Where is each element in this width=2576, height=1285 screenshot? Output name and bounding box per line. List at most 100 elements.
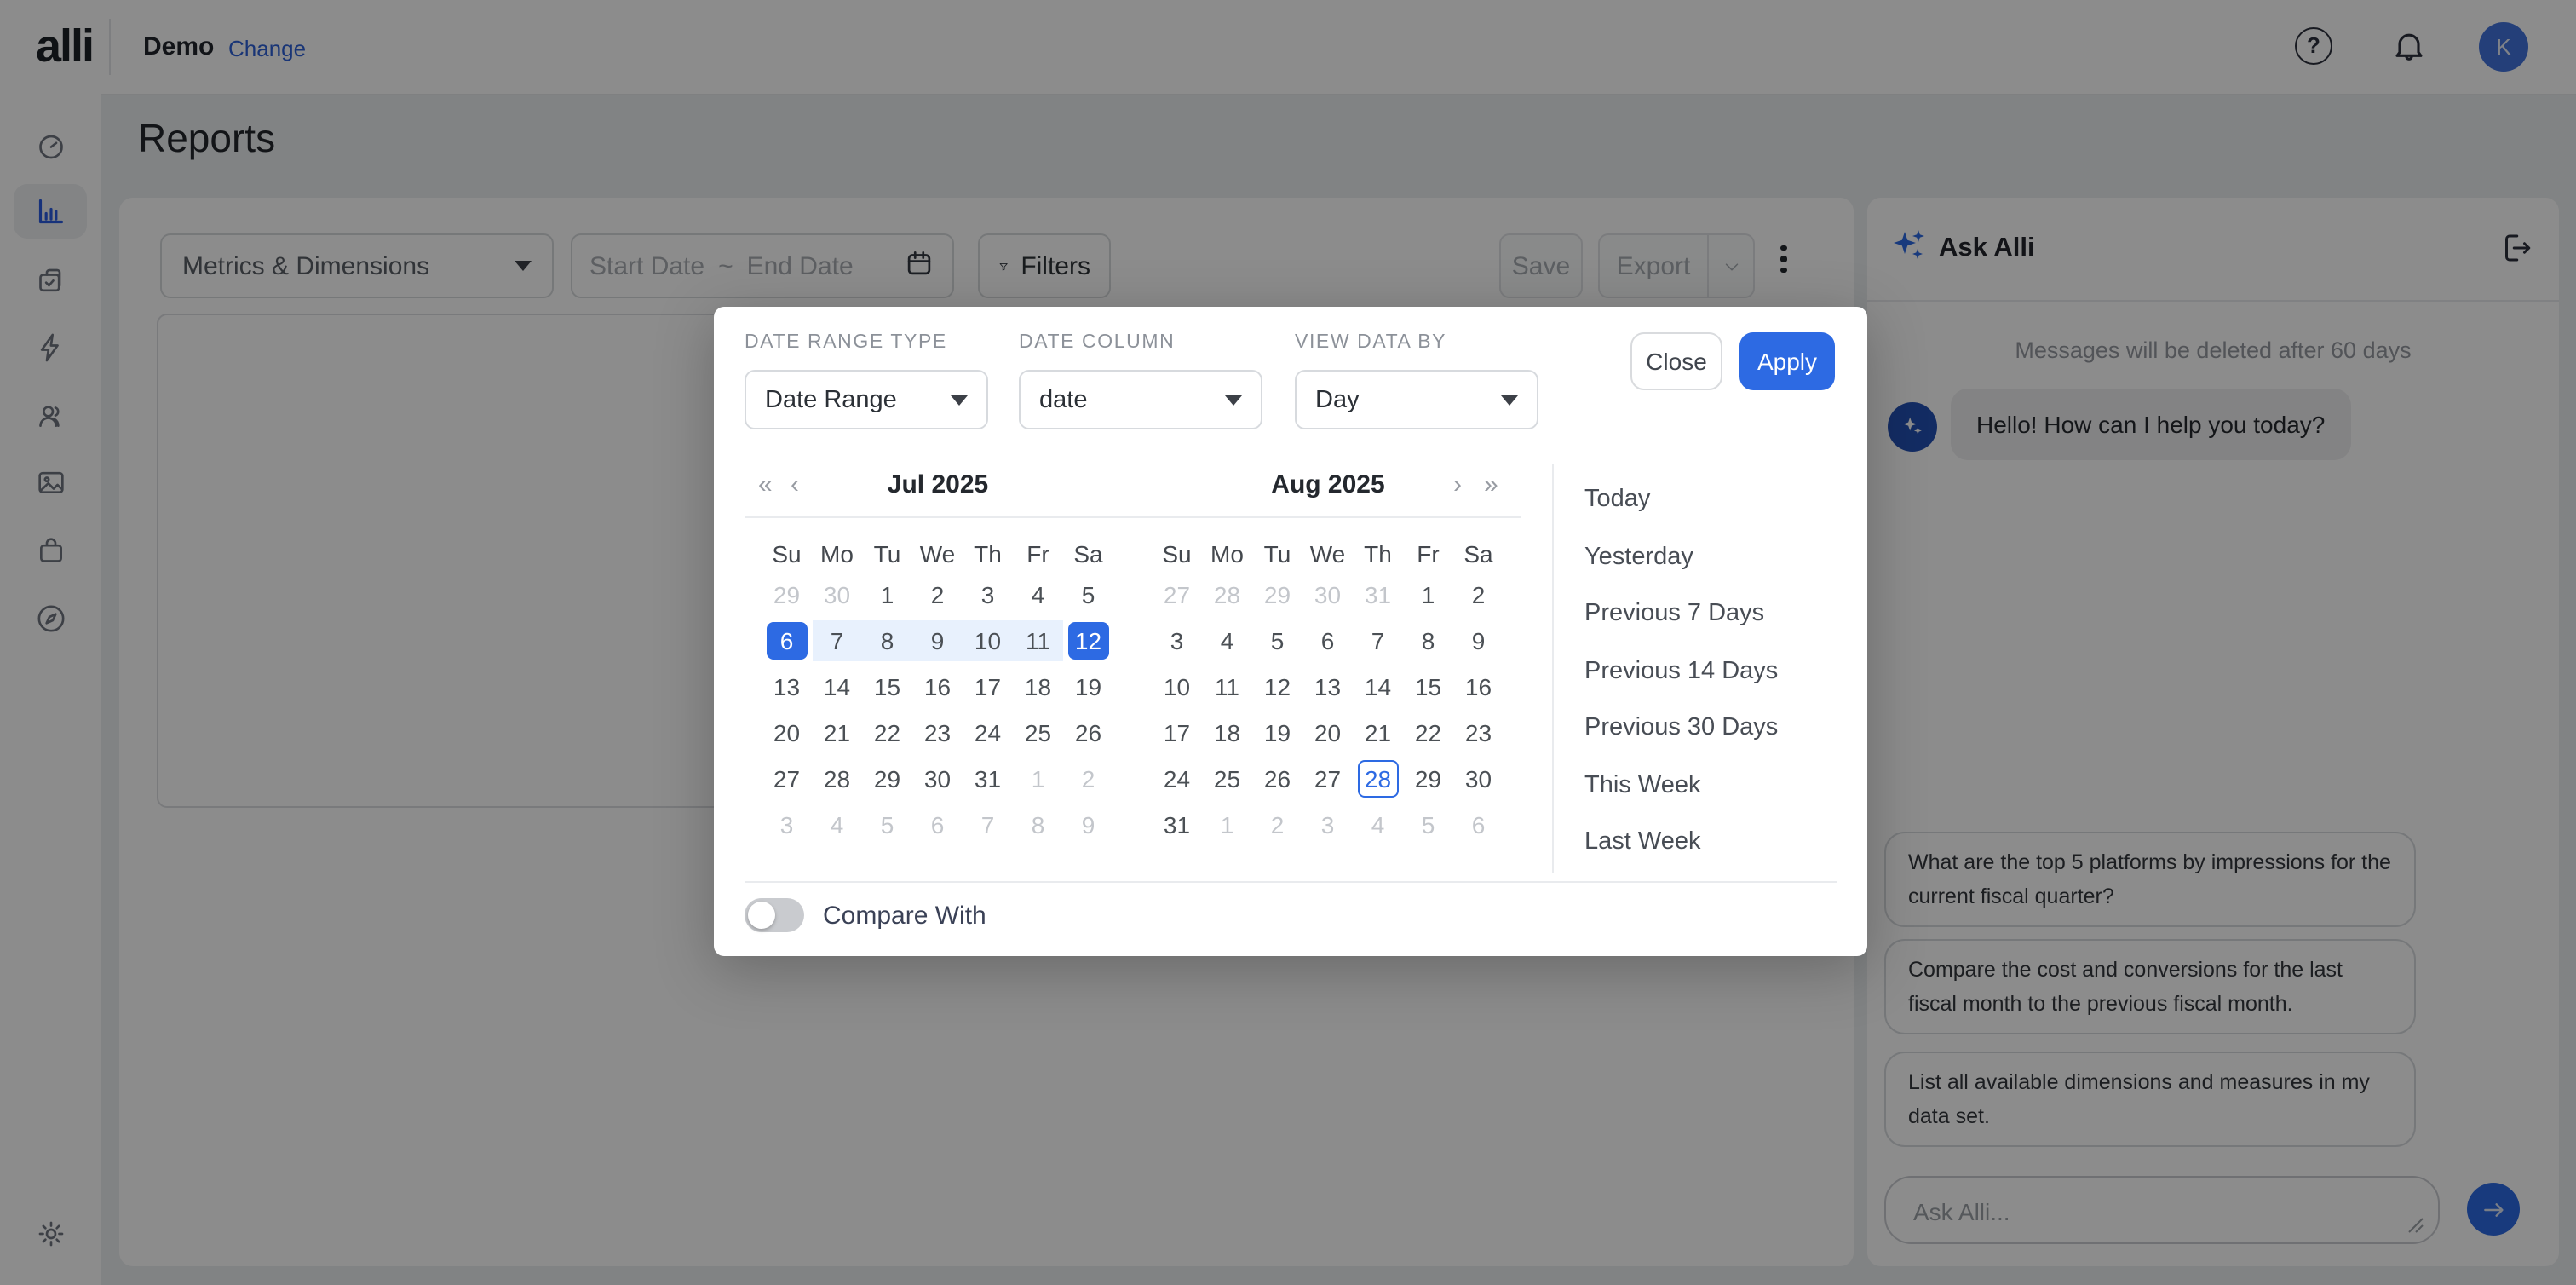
calendar-day-out[interactable]: 4 xyxy=(817,805,858,843)
calendar-day-out[interactable]: 1 xyxy=(1018,759,1059,797)
calendar-day[interactable]: 2 xyxy=(917,575,958,613)
calendar-day[interactable]: 18 xyxy=(1018,667,1059,705)
compare-with-toggle[interactable] xyxy=(745,898,804,932)
calendar-day[interactable]: 25 xyxy=(1207,759,1248,797)
preset-yesterday[interactable]: Yesterday xyxy=(1584,531,1693,582)
calendar-day-start[interactable]: 6 xyxy=(767,621,808,659)
calendar-day-out[interactable]: 8 xyxy=(1018,805,1059,843)
calendar-day-out[interactable]: 28 xyxy=(1207,575,1248,613)
calendar-day[interactable]: 19 xyxy=(1257,713,1298,751)
calendar-day-out[interactable]: 29 xyxy=(1257,575,1298,613)
calendar-day[interactable]: 23 xyxy=(1458,713,1499,751)
calendar-day-range[interactable]: 7 xyxy=(817,621,858,659)
calendar-day[interactable]: 4 xyxy=(1018,575,1059,613)
view-data-by-select[interactable]: Day xyxy=(1295,370,1538,429)
calendar-day-out[interactable]: 30 xyxy=(1308,575,1348,613)
calendar-day-today[interactable]: 28 xyxy=(1358,759,1399,797)
calendar-day-out[interactable]: 5 xyxy=(1408,805,1449,843)
calendar-day[interactable]: 5 xyxy=(1257,621,1298,659)
calendar-day[interactable]: 22 xyxy=(1408,713,1449,751)
calendar-day[interactable]: 5 xyxy=(1068,575,1109,613)
calendar-day-range[interactable]: 10 xyxy=(968,621,1009,659)
calendar-day-out[interactable]: 7 xyxy=(968,805,1009,843)
calendar-day[interactable]: 4 xyxy=(1207,621,1248,659)
calendar-day-out[interactable]: 1 xyxy=(1207,805,1248,843)
calendar-day[interactable]: 8 xyxy=(1408,621,1449,659)
calendar-day-out[interactable]: 6 xyxy=(917,805,958,843)
calendar-day[interactable]: 24 xyxy=(1157,759,1198,797)
preset-previous-30-days[interactable]: Previous 30 Days xyxy=(1584,702,1778,753)
weekday-label: Mo xyxy=(1202,537,1252,571)
calendar-day[interactable]: 20 xyxy=(1308,713,1348,751)
calendar-day-out[interactable]: 9 xyxy=(1068,805,1109,843)
calendar-day-out[interactable]: 4 xyxy=(1358,805,1399,843)
calendar-day[interactable]: 3 xyxy=(968,575,1009,613)
calendar-day[interactable]: 16 xyxy=(1458,667,1499,705)
calendar-day[interactable]: 27 xyxy=(1308,759,1348,797)
calendar-day[interactable]: 30 xyxy=(1458,759,1499,797)
calendar-day[interactable]: 9 xyxy=(1458,621,1499,659)
calendar-day-out[interactable]: 5 xyxy=(867,805,908,843)
calendar-day[interactable]: 11 xyxy=(1207,667,1248,705)
calendar-day[interactable]: 13 xyxy=(1308,667,1348,705)
calendar-day-end[interactable]: 12 xyxy=(1068,621,1109,659)
calendar-day[interactable]: 2 xyxy=(1458,575,1499,613)
preset-last-week[interactable]: Last Week xyxy=(1584,816,1701,867)
preset-previous-7-days[interactable]: Previous 7 Days xyxy=(1584,588,1764,639)
preset-this-week[interactable]: This Week xyxy=(1584,759,1700,810)
date-range-type-select[interactable]: Date Range xyxy=(745,370,988,429)
calendar-day[interactable]: 10 xyxy=(1157,667,1198,705)
calendar-day[interactable]: 1 xyxy=(1408,575,1449,613)
calendar-day[interactable]: 29 xyxy=(1408,759,1449,797)
calendar-day-range[interactable]: 11 xyxy=(1018,621,1059,659)
calendar-day-out[interactable]: 27 xyxy=(1157,575,1198,613)
calendar-day[interactable]: 26 xyxy=(1257,759,1298,797)
calendar-day-out[interactable]: 2 xyxy=(1068,759,1109,797)
preset-today[interactable]: Today xyxy=(1584,474,1650,525)
calendar-day[interactable]: 6 xyxy=(1308,621,1348,659)
calendar-day[interactable]: 21 xyxy=(817,713,858,751)
calendar-day[interactable]: 7 xyxy=(1358,621,1399,659)
calendar-day[interactable]: 17 xyxy=(968,667,1009,705)
calendar-day[interactable]: 31 xyxy=(968,759,1009,797)
calendar-day[interactable]: 24 xyxy=(968,713,1009,751)
calendar-day[interactable]: 19 xyxy=(1068,667,1109,705)
calendar-day[interactable]: 25 xyxy=(1018,713,1059,751)
calendar-day[interactable]: 15 xyxy=(867,667,908,705)
calendar-day-out[interactable]: 31 xyxy=(1358,575,1399,613)
calendar-day[interactable]: 14 xyxy=(1358,667,1399,705)
calendar-day-out[interactable]: 3 xyxy=(1308,805,1348,843)
calendar-day[interactable]: 13 xyxy=(767,667,808,705)
calendar-day-out[interactable]: 2 xyxy=(1257,805,1298,843)
calendar-day[interactable]: 21 xyxy=(1358,713,1399,751)
apply-button[interactable]: Apply xyxy=(1739,332,1835,390)
calendar-day-out[interactable]: 30 xyxy=(817,575,858,613)
calendar-day-range[interactable]: 8 xyxy=(867,621,908,659)
calendar-day[interactable]: 30 xyxy=(917,759,958,797)
calendar-day[interactable]: 29 xyxy=(867,759,908,797)
date-column-select[interactable]: date xyxy=(1019,370,1262,429)
calendar-day[interactable]: 31 xyxy=(1157,805,1198,843)
preset-previous-14-days[interactable]: Previous 14 Days xyxy=(1584,645,1778,696)
calendar-day[interactable]: 14 xyxy=(817,667,858,705)
calendar-day[interactable]: 18 xyxy=(1207,713,1248,751)
calendar-day-out[interactable]: 29 xyxy=(767,575,808,613)
calendar-day[interactable]: 12 xyxy=(1257,667,1298,705)
calendar-day[interactable]: 23 xyxy=(917,713,958,751)
calendar-day[interactable]: 27 xyxy=(767,759,808,797)
calendar-day[interactable]: 17 xyxy=(1157,713,1198,751)
calendar-day[interactable]: 1 xyxy=(867,575,908,613)
calendar-day[interactable]: 28 xyxy=(817,759,858,797)
calendar-day[interactable]: 3 xyxy=(1157,621,1198,659)
calendar-day-out[interactable]: 3 xyxy=(767,805,808,843)
next-month-button[interactable]: › xyxy=(1453,470,1462,504)
calendar-day[interactable]: 26 xyxy=(1068,713,1109,751)
calendar-day[interactable]: 20 xyxy=(767,713,808,751)
close-button[interactable]: Close xyxy=(1630,332,1722,390)
calendar-day-range[interactable]: 9 xyxy=(917,621,958,659)
calendar-day[interactable]: 15 xyxy=(1408,667,1449,705)
calendar-day[interactable]: 22 xyxy=(867,713,908,751)
calendar-day-out[interactable]: 6 xyxy=(1458,805,1499,843)
calendar-day[interactable]: 16 xyxy=(917,667,958,705)
super-next-month-button[interactable]: » xyxy=(1484,470,1498,504)
